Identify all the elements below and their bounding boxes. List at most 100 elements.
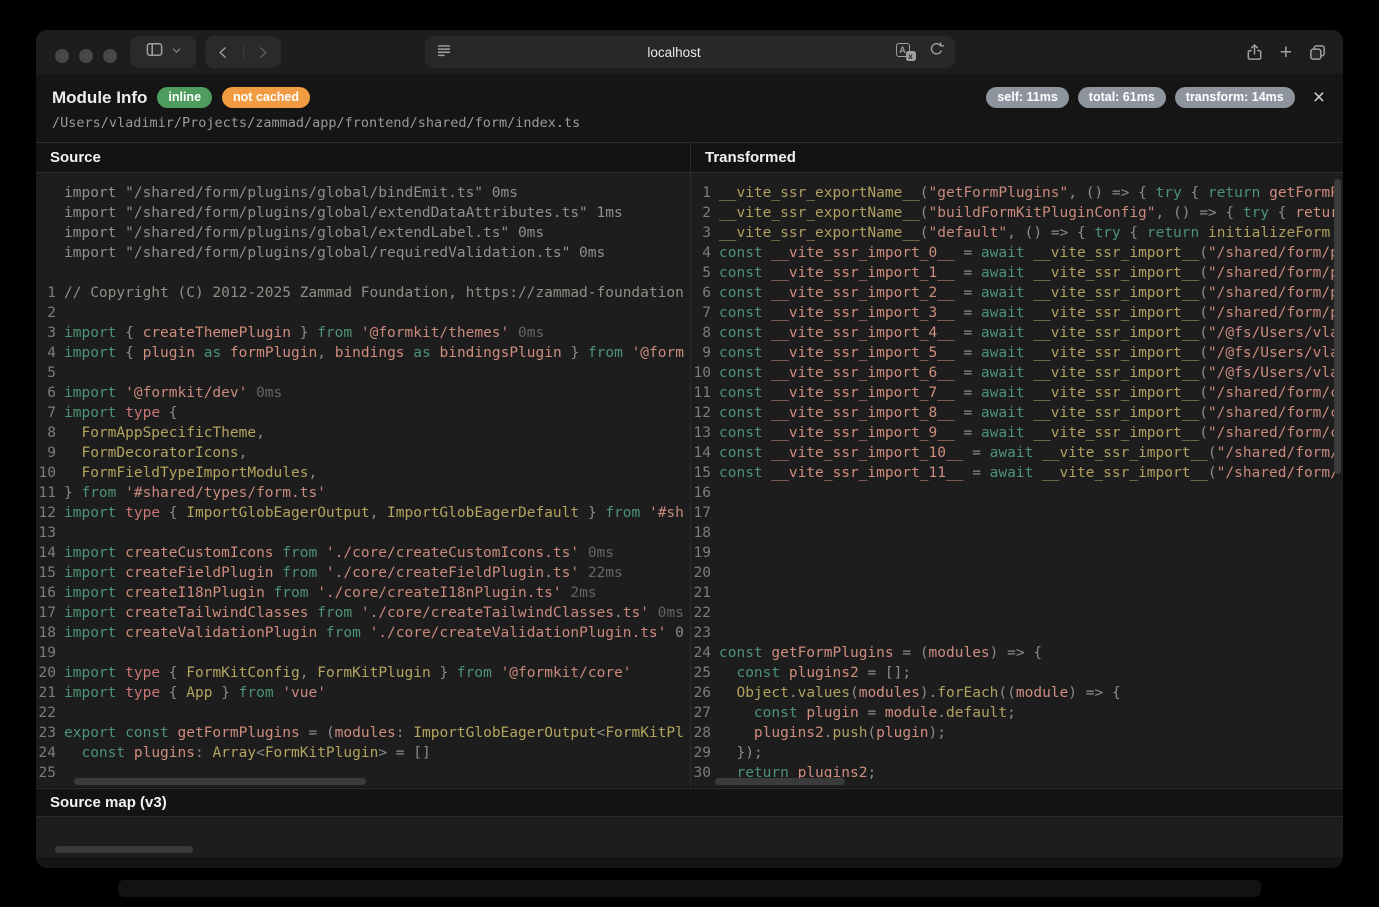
line-number: 28 [691, 723, 719, 743]
code-line: 6const __vite_ssr_import_2__ = await __v… [691, 283, 1343, 303]
share-button[interactable] [1245, 43, 1264, 62]
line-number: 22 [691, 603, 719, 623]
line-number: 19 [36, 643, 64, 663]
line-number: 14 [36, 543, 64, 563]
transformed-panel: Transformed 1__vite_ssr_exportName__("ge… [691, 143, 1343, 788]
translate-icon[interactable]: A x [896, 43, 916, 61]
sourcemap-code[interactable]: 1 ;;;AAEA;AAAkC;AAAA;AAAA;AAAA;AAClC;AAE… [36, 817, 1343, 857]
code-line: import "/shared/form/plugins/global/exte… [36, 203, 690, 223]
line-number: 1 [36, 283, 64, 303]
new-tab-button[interactable]: + [1280, 42, 1292, 63]
browser-toolbar: localhost A x [36, 30, 1343, 74]
line-number: 9 [36, 443, 64, 463]
code-line: import "/shared/form/plugins/global/bind… [36, 183, 690, 203]
code-line: 24const getFormPlugins = (modules) => { [691, 643, 1343, 663]
sidebar-icon [145, 40, 164, 64]
line-number: 25 [691, 663, 719, 683]
line-number: 24 [36, 743, 64, 763]
code-line: 3__vite_ssr_exportName__("default", () =… [691, 223, 1343, 243]
line-number: 16 [691, 483, 719, 503]
line-number: 24 [691, 643, 719, 663]
forward-button[interactable] [244, 36, 282, 68]
horizontal-scrollbar-thumb[interactable] [55, 846, 193, 853]
url-text: localhost [453, 45, 896, 60]
line-number: 17 [36, 603, 64, 623]
line-number: 2 [36, 303, 64, 323]
line-number: 18 [36, 623, 64, 643]
code-line: 6import '@formkit/dev' 0ms [36, 383, 690, 403]
code-line: 14const __vite_ssr_import_10__ = await _… [691, 443, 1343, 463]
module-file-path: /Users/vladimir/Projects/zammad/app/fron… [52, 115, 1327, 131]
source-code-editor[interactable]: import "/shared/form/plugins/global/bind… [36, 173, 690, 787]
code-line: 16import createI18nPlugin from './core/c… [36, 583, 690, 603]
vertical-scrollbar-thumb[interactable] [1334, 179, 1341, 474]
line-number: 15 [691, 463, 719, 483]
toolbar-right: + [1245, 36, 1327, 68]
address-bar[interactable]: localhost A x [425, 36, 955, 68]
line-number: 9 [691, 343, 719, 363]
tab-overview-button[interactable] [1308, 43, 1327, 62]
code-line: 7import type { [36, 403, 690, 423]
line-number: 7 [691, 303, 719, 323]
source-panel-title: Source [50, 149, 101, 166]
code-line: 9 FormDecoratorIcons, [36, 443, 690, 463]
code-line: 3import { createThemePlugin } from '@for… [36, 323, 690, 343]
close-button[interactable]: × [1311, 87, 1327, 108]
line-number: 21 [691, 583, 719, 603]
line-number: 11 [36, 483, 64, 503]
minimize-window-button[interactable] [79, 49, 93, 63]
close-window-button[interactable] [55, 49, 69, 63]
reload-button[interactable] [928, 41, 945, 63]
zoom-window-button[interactable] [103, 49, 117, 63]
line-number: 15 [36, 563, 64, 583]
line-number: 6 [691, 283, 719, 303]
code-line: 1// Copyright (C) 2012-2025 Zammad Found… [36, 283, 690, 303]
code-line: 24 const plugins: Array<FormKitPlugin> =… [36, 743, 690, 763]
share-icon [1245, 43, 1264, 62]
reader-icon[interactable] [435, 41, 453, 64]
code-line: 17import createTailwindClasses from './c… [36, 603, 690, 623]
code-line: 5 [36, 363, 690, 383]
line-number: 19 [691, 543, 719, 563]
code-line: 27 const plugin = module.default; [691, 703, 1343, 723]
code-line: 14import createCustomIcons from './core/… [36, 543, 690, 563]
back-icon [215, 44, 232, 61]
desktop: localhost A x [0, 0, 1379, 907]
tab-overview-icon [1308, 43, 1327, 62]
horizontal-scrollbar-thumb[interactable] [74, 778, 366, 785]
line-number: 13 [36, 523, 64, 543]
back-button[interactable] [205, 36, 243, 68]
line-number: 23 [36, 723, 64, 743]
horizontal-scrollbar-thumb[interactable] [715, 778, 845, 785]
line-number: 6 [36, 383, 64, 403]
code-line: 11} from '#shared/types/form.ts' [36, 483, 690, 503]
sourcemap-section: Source map (v3) 1 ;;;AAEA;AAAkC;AAAA;AAA… [36, 788, 1343, 857]
code-line: 4const __vite_ssr_import_0__ = await __v… [691, 243, 1343, 263]
code-line: 18 [691, 523, 1343, 543]
import-summary: import "/shared/form/plugins/global/bind… [36, 183, 690, 263]
code-line: 2 [36, 303, 690, 323]
code-line: 23export const getFormPlugins = (modules… [36, 723, 690, 743]
code-line: 8 FormAppSpecificTheme, [36, 423, 690, 443]
code-line: 12const __vite_ssr_import_8__ = await __… [691, 403, 1343, 423]
line-number: 27 [691, 703, 719, 723]
sidebar-toggle-button[interactable] [130, 36, 196, 68]
line-number: 18 [691, 523, 719, 543]
line-number: 29 [691, 743, 719, 763]
code-line: 15const __vite_ssr_import_11__ = await _… [691, 463, 1343, 483]
page-title: Module Info [52, 88, 147, 108]
code-line: import "/shared/form/plugins/global/exte… [36, 223, 690, 243]
total-time-badge: total: 61ms [1078, 87, 1166, 108]
code-line: 17 [691, 503, 1343, 523]
line-number: 7 [36, 403, 64, 423]
transformed-code-editor[interactable]: 1__vite_ssr_exportName__("getFormPlugins… [691, 173, 1343, 787]
code-line: 21import type { App } from 'vue' [36, 683, 690, 703]
line-number: 16 [36, 583, 64, 603]
code-line: 12import type { ImportGlobEagerOutput, I… [36, 503, 690, 523]
line-number: 1 [691, 183, 719, 203]
line-number: 21 [36, 683, 64, 703]
module-info-header: Module Info inline not cached self: 11ms… [36, 74, 1343, 142]
inline-badge: inline [157, 87, 212, 108]
code-line: 22 [691, 603, 1343, 623]
code-line: 26 Object.values(modules).forEach((modul… [691, 683, 1343, 703]
